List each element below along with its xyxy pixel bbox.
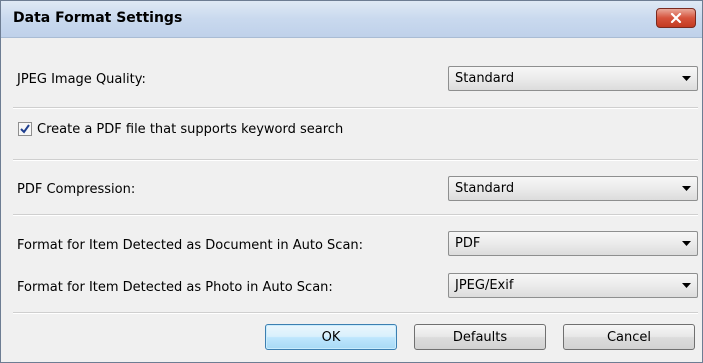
document-format-select[interactable]: PDF [448, 231, 698, 256]
title-bar[interactable]: Data Format Settings [1, 1, 702, 38]
document-format-value: PDF [455, 236, 481, 251]
close-button[interactable] [656, 8, 696, 28]
close-icon [670, 13, 682, 23]
separator [13, 214, 698, 216]
separator [13, 312, 698, 314]
ok-button[interactable]: OK [265, 324, 397, 350]
separator [13, 159, 698, 161]
checkmark-icon [20, 124, 30, 134]
pdf-compression-label: PDF Compression: [17, 182, 136, 197]
chevron-down-icon [682, 76, 691, 81]
jpeg-quality-label: JPEG Image Quality: [17, 72, 146, 87]
photo-format-select[interactable]: JPEG/Exif [448, 273, 698, 298]
chevron-down-icon [682, 186, 691, 191]
chevron-down-icon [682, 283, 691, 288]
jpeg-quality-select[interactable]: Standard [448, 66, 698, 91]
photo-format-value: JPEG/Exif [455, 278, 514, 293]
pdf-compression-select[interactable]: Standard [448, 176, 698, 201]
cancel-button[interactable]: Cancel [563, 324, 695, 350]
dialog-window: Data Format Settings JPEG Image Quality:… [0, 0, 703, 363]
document-format-label: Format for Item Detected as Document in … [17, 238, 364, 253]
jpeg-quality-value: Standard [455, 71, 515, 86]
defaults-button[interactable]: Defaults [414, 324, 546, 350]
photo-format-label: Format for Item Detected as Photo in Aut… [17, 280, 333, 295]
keyword-search-checkbox[interactable] [18, 122, 32, 136]
separator [13, 107, 698, 109]
chevron-down-icon [682, 241, 691, 246]
pdf-compression-value: Standard [455, 181, 515, 196]
keyword-search-label[interactable]: Create a PDF file that supports keyword … [37, 122, 343, 137]
dialog-title: Data Format Settings [13, 10, 183, 26]
